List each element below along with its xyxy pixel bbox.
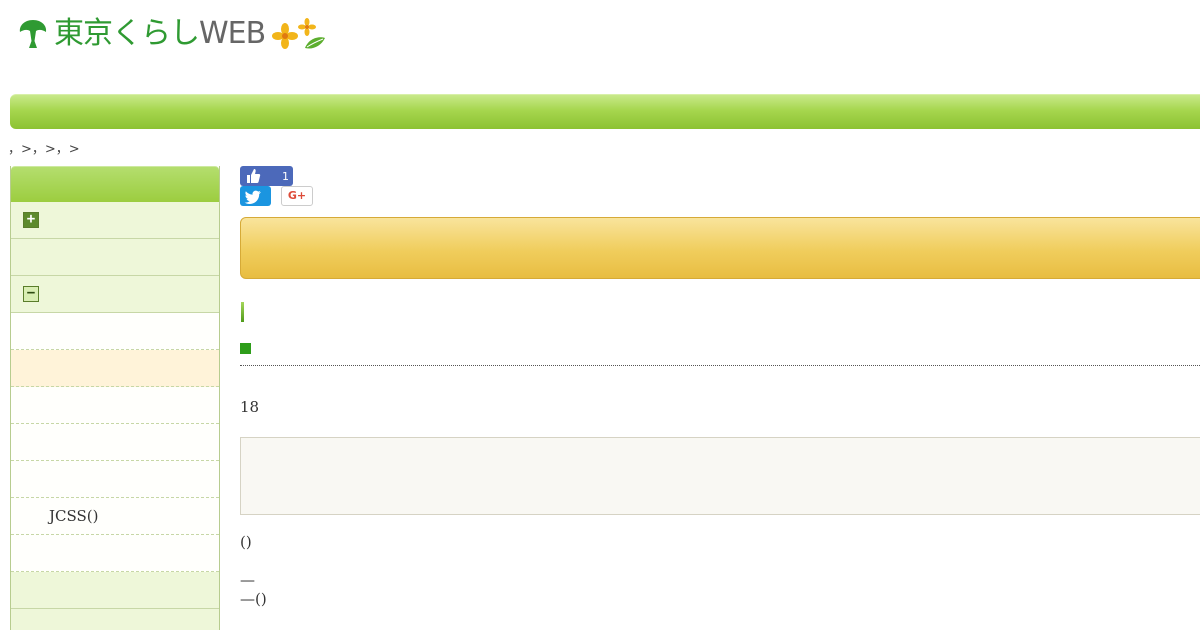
site-logo[interactable]: 東京くらし WEB [18, 16, 327, 52]
logo-text-tokyo-kurashi: 東京くらし [54, 16, 200, 51]
sidebar-subitem-jcss[interactable]: JCSS() [11, 498, 219, 535]
sidebar-subitem-5[interactable] [11, 461, 219, 498]
sidebar-item-3[interactable]: − [11, 276, 219, 313]
body-paragraph-3: —() [240, 590, 267, 608]
collapse-minus-icon[interactable]: − [23, 286, 39, 302]
ginkgo-leaf-icon [19, 20, 47, 48]
thumbs-up-icon [247, 169, 261, 183]
sidebar-subitem-4[interactable] [11, 424, 219, 461]
body-number-text: 18 [240, 398, 260, 416]
google-plus-button[interactable]: G+ [281, 186, 313, 206]
twitter-bird-icon [244, 190, 261, 204]
facebook-like-button[interactable]: 1 [240, 166, 293, 186]
sidebar-menu: + − JCSS() [10, 166, 220, 630]
logo-text-web: WEB [199, 16, 266, 51]
sidebar-subitem-3[interactable] [11, 387, 219, 424]
info-box [240, 437, 1200, 515]
section-heading-marker [241, 302, 244, 322]
flower-icon [272, 18, 326, 49]
subheading-square-marker [240, 343, 251, 354]
expand-plus-icon[interactable]: + [23, 212, 39, 228]
like-count: 1 [282, 169, 289, 183]
sidebar-item-2[interactable] [11, 239, 219, 276]
sidebar-item-5[interactable] [11, 609, 219, 630]
sidebar-header [11, 166, 219, 202]
global-navigation-bar [10, 94, 1200, 129]
page-title-banner [240, 217, 1200, 279]
body-paragraph-2: — [240, 571, 255, 589]
breadcrumb[interactable]: ，>，>，> [8, 138, 80, 157]
tweet-button[interactable] [240, 186, 271, 206]
sidebar-item-1[interactable]: + [11, 202, 219, 239]
sidebar-subitem-7[interactable] [11, 535, 219, 572]
subheading-underline [240, 365, 1200, 366]
sidebar-item-4[interactable] [11, 572, 219, 609]
sidebar-subitem-active[interactable] [11, 350, 219, 387]
body-paragraph-1: () [240, 533, 252, 551]
sidebar-subitem-1[interactable] [11, 313, 219, 350]
sidebar-item-label: JCSS() [49, 507, 99, 525]
